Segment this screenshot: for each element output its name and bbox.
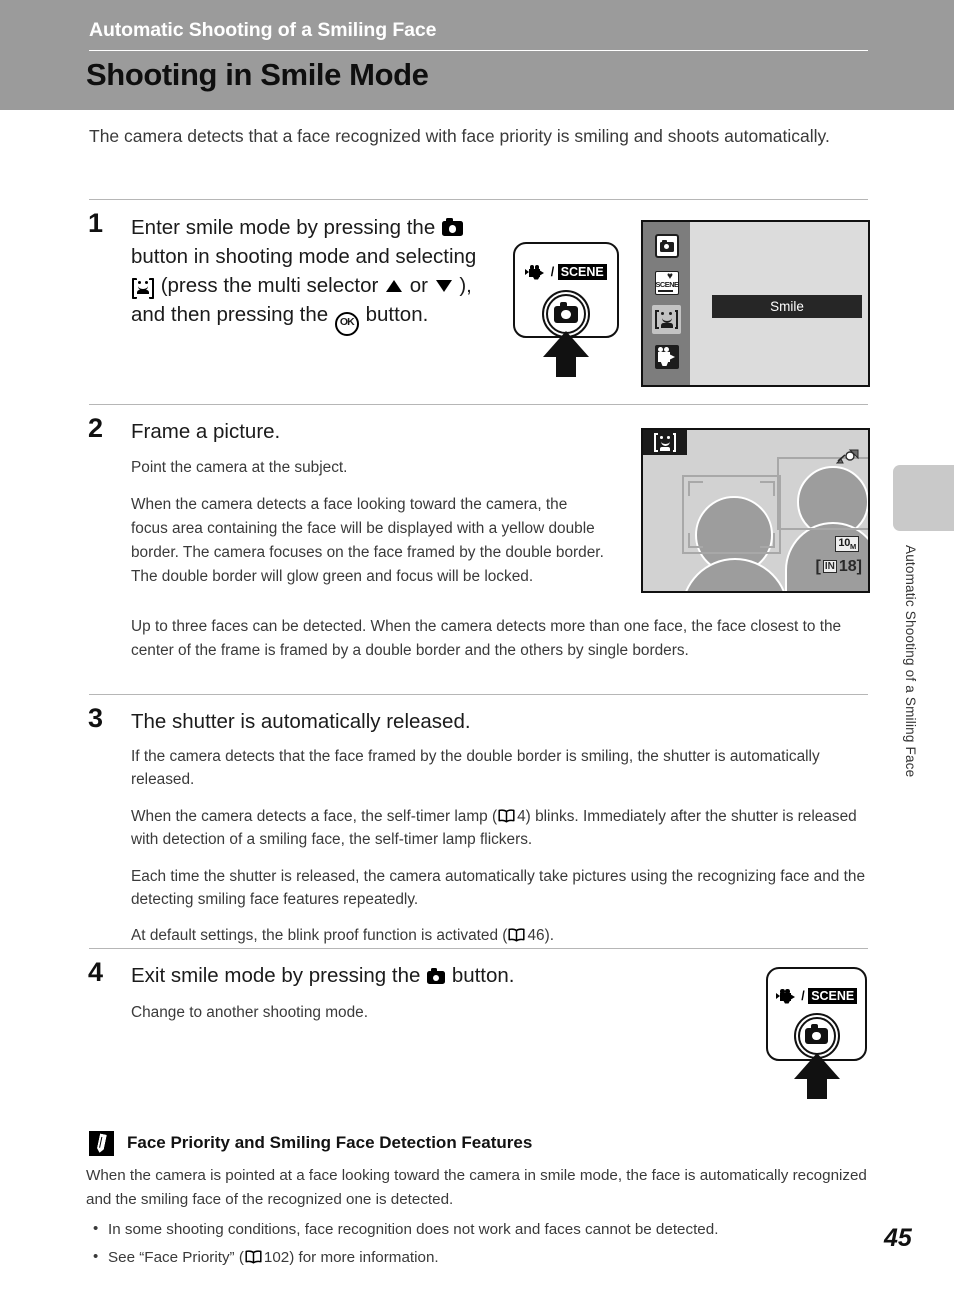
smile-mode-icon-lcd [655,308,679,332]
note-bullet-2-part1: See “Face Priority” ( [108,1249,244,1267]
step-4-number: 4 [88,957,104,987]
step-1-number: 1 [88,208,104,238]
step-1-text-part3: (press the multi selector [160,274,379,298]
note-paragraph: When the camera is pointed at a face loo… [86,1167,867,1209]
step-2-body-wide: Up to three faces can be detected. When … [131,615,868,663]
step-3-paragraph-blinkproof: At default settings, the blink proof fun… [131,924,871,947]
bracket-close: ] [856,558,862,575]
blinkproof-page-ref: 46 [527,927,545,945]
note-bullet-2-part2: ) for more information. [289,1249,439,1267]
step-4-heading: Exit smile mode by pressing the button. [131,961,731,990]
divider-above-step-4 [89,948,868,949]
side-tab-label: Automatic Shooting of a Smiling Face [903,545,918,778]
movie-camera-icon-2 [775,989,798,1004]
scene-mode-icon: ♥ SCENE [654,270,679,295]
step-2-body: Point the camera at the subject. When th… [131,456,604,588]
step-2-paragraph-1: Point the camera at the subject. [131,459,348,476]
multi-selector-down-icon [435,280,452,293]
divider-above-step-3 [89,694,868,695]
scene-label: SCENE [557,264,607,280]
step-1-text-part2: button in shooting mode and selecting [131,245,477,269]
camera-glyph-on-button-2 [805,1023,828,1044]
auto-mode-icon [654,233,679,258]
step-3-paragraph-selftimer: When the camera detects a face, the self… [131,805,871,852]
mode-button-figure-step4: / SCENE [766,967,872,1099]
step-2-paragraph-3: Up to three faces can be detected. When … [131,618,842,659]
ok-button-icon: OK [334,312,359,337]
step-1-heading: Enter smile mode by pressing the button … [131,213,501,337]
camera-glyph-on-button [554,301,578,323]
lcd-selected-mode-bar: Smile [712,295,862,318]
frame-corner-marker-icon [835,449,860,469]
shots-count: 18 [838,558,857,575]
step-4-body: Change to another shooting mode. [131,1004,369,1021]
lcd-selected-mode-label: Smile [770,299,804,314]
shots-remaining-indicator: [IN 18] [816,558,862,576]
step-1-text-part1: Enter smile mode by pressing the [131,216,436,239]
step-4-text-part1: Exit smile mode by pressing the [131,964,421,987]
step-3-body: If the camera detects that the face fram… [131,745,871,948]
step-3-paragraph-1: If the camera detects that the face fram… [131,748,820,789]
camera-mode-button-icon [441,217,463,236]
blinkproof-text-part2: ). [544,927,554,945]
page-number: 45 [884,1224,912,1252]
step-4-text-part2: button. [451,964,515,987]
note-bullet-2-page-ref: 102 [263,1249,290,1267]
selftimer-page-ref: 4 [517,807,526,825]
step-2-heading: Frame a picture. [131,420,281,443]
scene-label-2: SCENE [808,988,858,1004]
mode-button-label-2: / SCENE [766,988,867,1004]
image-size-indicator: 10M [835,536,859,553]
note-bullet-list: In some shooting conditions, face recogn… [86,1217,876,1270]
divider-above-step-2 [89,404,868,405]
page-reference-book-icon [498,809,515,823]
smile-mode-icon [132,278,154,300]
divider-above-step-1 [89,199,868,200]
step-3-heading: The shutter is automatically released. [131,710,471,733]
press-arrow-icon [543,331,589,377]
mode-button-label: / SCENE [513,264,619,280]
page-reference-book-icon-3 [245,1250,262,1264]
movie-mode-icon [654,344,679,369]
step-1-text-part4: or [409,274,428,298]
note-bullet-1: In some shooting conditions, face recogn… [86,1217,876,1242]
press-arrow-icon-2 [794,1053,840,1099]
chapter-title: Automatic Shooting of a Smiling Face [89,19,437,41]
step-3-paragraph-2: Each time the shutter is released, the c… [131,867,866,909]
page-header-band [0,0,954,110]
camera-mode-button-icon-2 [427,968,446,984]
lcd-mode-item-smile[interactable] [652,305,681,334]
mode-button-figure-step1: / SCENE [513,242,619,377]
multi-selector-up-icon [386,280,403,293]
label-slash: / [550,265,555,279]
lcd-screen-face-detection: 10M [IN 18] [641,428,870,593]
lcd-screen-mode-menu: ♥ SCENE Smile [641,220,870,387]
movie-camera-icon [525,265,547,280]
lcd-mode-item-auto[interactable] [652,231,681,260]
header-divider [89,50,868,51]
page-title: Shooting in Smile Mode [86,57,429,92]
page-reference-book-icon-2 [508,928,525,942]
step-1-text-part6: button. [365,303,429,327]
side-tab-marker [893,465,954,531]
step-2-paragraph-2: When the camera detects a face looking t… [131,495,604,585]
internal-memory-label: IN [822,560,837,573]
note-pencil-icon [89,1131,114,1156]
smile-mode-badge [643,430,687,455]
step-2-number: 2 [88,413,104,443]
selftimer-text-part1: When the camera detects a face, the self… [131,807,498,825]
label-slash-2: / [801,989,805,1003]
blinkproof-text-part1: At default settings, the blink proof fun… [131,927,508,945]
bracket-open: [ [815,558,821,575]
lcd-mode-item-movie[interactable] [652,342,681,371]
note-bullet-2: See “Face Priority” ( 102) for more infor… [86,1245,876,1270]
step-3-number: 3 [88,703,104,733]
note-body: When the camera is pointed at a face loo… [86,1164,876,1274]
note-title: Face Priority and Smiling Face Detection… [127,1133,533,1152]
focus-frame-double [682,475,781,554]
intro-paragraph: The camera detects that a face recognize… [89,126,830,146]
lcd-mode-item-scene[interactable]: ♥ SCENE [652,268,681,297]
